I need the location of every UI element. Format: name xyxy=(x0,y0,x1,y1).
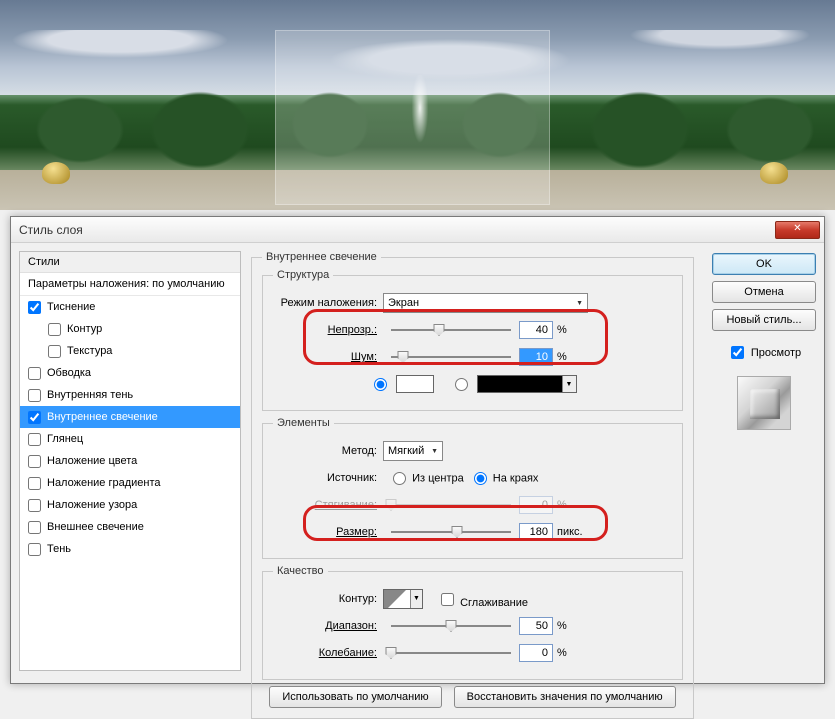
effect-item[interactable]: Внешнее свечение xyxy=(20,516,240,538)
range-input[interactable] xyxy=(519,617,553,635)
source-label: Источник: xyxy=(273,472,383,484)
jitter-slider[interactable] xyxy=(391,652,511,654)
contour-label: Контур: xyxy=(273,593,383,605)
quality-group: Качество Контур: ▼ Сглаживание Диапазон:… xyxy=(262,565,683,680)
glass-overlay xyxy=(275,30,550,205)
effect-checkbox[interactable] xyxy=(28,455,41,468)
effect-item[interactable]: Текстура xyxy=(20,340,240,362)
effect-item[interactable]: Наложение цвета xyxy=(20,450,240,472)
opacity-slider[interactable] xyxy=(391,329,511,331)
reset-default-button[interactable]: Восстановить значения по умолчанию xyxy=(454,686,676,708)
opacity-input[interactable] xyxy=(519,321,553,339)
layer-style-dialog: Стиль слоя ✕ Стили Параметры наложения: … xyxy=(10,216,825,684)
blend-mode-dropdown[interactable]: Экран xyxy=(383,293,588,313)
cancel-button[interactable]: Отмена xyxy=(712,281,816,303)
blend-mode-label: Режим наложения: xyxy=(273,297,383,309)
contour-picker[interactable]: ▼ xyxy=(383,589,423,609)
effect-checkbox[interactable] xyxy=(28,521,41,534)
titlebar[interactable]: Стиль слоя ✕ xyxy=(11,217,824,243)
effect-item[interactable]: Обводка xyxy=(20,362,240,384)
effect-checkbox[interactable] xyxy=(28,477,41,490)
blending-options-row[interactable]: Параметры наложения: по умолчанию xyxy=(20,273,240,296)
new-style-button[interactable]: Новый стиль... xyxy=(712,309,816,331)
effect-item[interactable]: Тень xyxy=(20,538,240,560)
effect-label: Внешнее свечение xyxy=(47,521,144,533)
method-label: Метод: xyxy=(273,445,383,457)
range-label: Диапазон: xyxy=(273,620,383,632)
effect-item[interactable]: Наложение узора xyxy=(20,494,240,516)
dialog-buttons-panel: OK Отмена Новый стиль... Просмотр xyxy=(704,243,824,683)
size-input[interactable] xyxy=(519,523,553,541)
elements-group: Элементы Метод: Мягкий Источник: Из цент… xyxy=(262,417,683,559)
effect-label: Тиснение xyxy=(47,301,95,313)
effect-label: Контур xyxy=(67,323,102,335)
effect-item[interactable]: Контур xyxy=(20,318,240,340)
effect-checkbox[interactable] xyxy=(48,323,61,336)
ok-button[interactable]: OK xyxy=(712,253,816,275)
method-dropdown[interactable]: Мягкий xyxy=(383,441,443,461)
effect-checkbox[interactable] xyxy=(28,389,41,402)
effect-checkbox[interactable] xyxy=(28,433,41,446)
jitter-input[interactable] xyxy=(519,644,553,662)
dialog-title: Стиль слоя xyxy=(19,223,775,237)
noise-label: Шум: xyxy=(273,351,383,363)
range-slider[interactable] xyxy=(391,625,511,627)
effect-label: Наложение градиента xyxy=(47,477,161,489)
color-swatch[interactable] xyxy=(396,375,434,393)
effect-checkbox[interactable] xyxy=(28,367,41,380)
effect-label: Внутренняя тень xyxy=(47,389,133,401)
noise-slider[interactable] xyxy=(391,356,511,358)
effect-checkbox[interactable] xyxy=(48,345,61,358)
preview-checkbox[interactable]: Просмотр xyxy=(727,343,801,362)
settings-panel: Внутреннее свечение Структура Режим нало… xyxy=(241,243,704,683)
jitter-label: Колебание: xyxy=(273,647,383,659)
effect-label: Глянец xyxy=(47,433,83,445)
gradient-swatch[interactable]: ▼ xyxy=(477,375,577,393)
effect-label: Внутреннее свечение xyxy=(47,411,158,423)
styles-header[interactable]: Стили xyxy=(20,252,240,273)
effect-label: Тень xyxy=(47,543,71,555)
panel-title: Внутреннее свечение xyxy=(262,251,381,263)
background-photo xyxy=(0,0,835,210)
antialias-checkbox[interactable]: Сглаживание xyxy=(437,590,528,609)
close-button[interactable]: ✕ xyxy=(775,221,820,239)
effect-item[interactable]: Глянец xyxy=(20,428,240,450)
noise-input[interactable] xyxy=(519,348,553,366)
effect-item[interactable]: Тиснение xyxy=(20,296,240,318)
effect-item[interactable]: Внутренняя тень xyxy=(20,384,240,406)
effect-checkbox[interactable] xyxy=(28,499,41,512)
effects-list-panel: Стили Параметры наложения: по умолчанию … xyxy=(11,243,241,683)
effect-label: Текстура xyxy=(67,345,112,357)
effect-checkbox[interactable] xyxy=(28,301,41,314)
inner-glow-fieldset: Внутреннее свечение Структура Режим нало… xyxy=(251,251,694,719)
close-icon: ✕ xyxy=(793,223,801,234)
spread-label: Стягивание: xyxy=(273,499,383,511)
color-radio[interactable] xyxy=(369,375,390,394)
effect-checkbox[interactable] xyxy=(28,543,41,556)
gradient-radio[interactable] xyxy=(450,375,471,394)
spread-input[interactable] xyxy=(519,496,553,514)
use-default-button[interactable]: Использовать по умолчанию xyxy=(269,686,441,708)
effect-label: Наложение узора xyxy=(47,499,137,511)
spread-slider[interactable] xyxy=(391,504,511,506)
effect-label: Наложение цвета xyxy=(47,455,137,467)
effect-label: Обводка xyxy=(47,367,91,379)
source-center-radio[interactable]: Из центра xyxy=(383,472,464,485)
opacity-label: Непрозр.: xyxy=(273,324,383,336)
effect-item[interactable]: Наложение градиента xyxy=(20,472,240,494)
size-label: Размер: xyxy=(273,526,383,538)
preview-thumbnail xyxy=(737,376,791,430)
size-slider[interactable] xyxy=(391,531,511,533)
effect-checkbox[interactable] xyxy=(28,411,41,424)
source-edge-radio[interactable]: На краях xyxy=(464,472,539,485)
effect-item[interactable]: Внутреннее свечение xyxy=(20,406,240,428)
structure-group: Структура Режим наложения: Экран Непрозр… xyxy=(262,269,683,411)
